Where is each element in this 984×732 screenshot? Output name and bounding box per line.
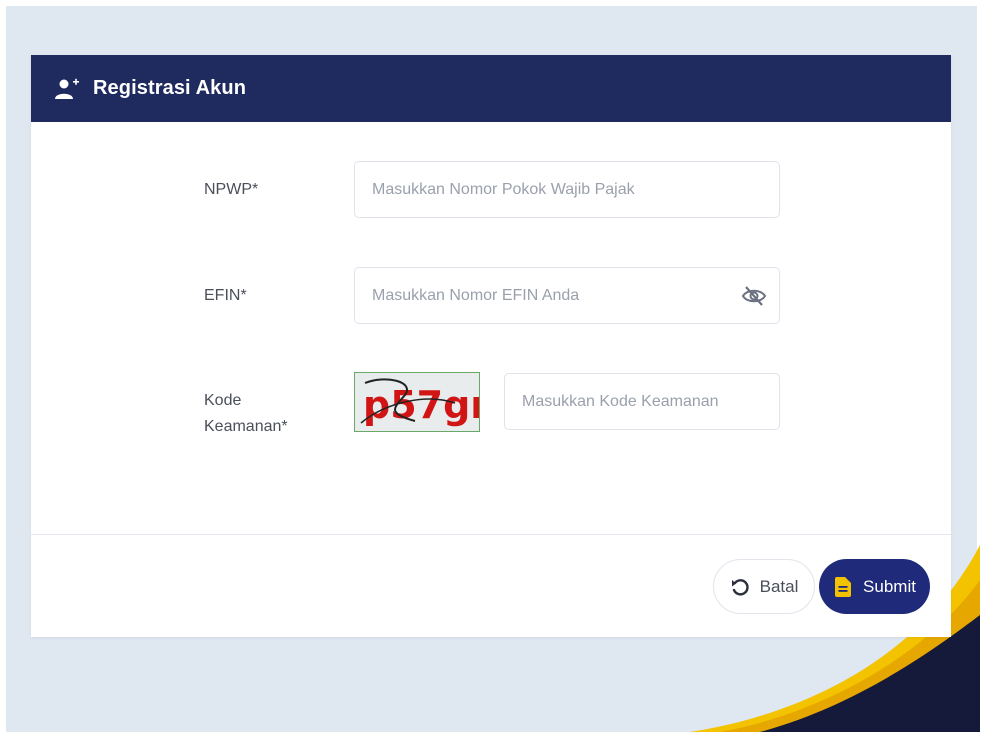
efin-label: EFIN*	[204, 287, 247, 304]
npwp-label: NPWP*	[204, 181, 259, 198]
efin-placeholder: Masukkan Nomor EFIN Anda	[372, 286, 580, 304]
npwp-placeholder: Masukkan Nomor Pokok Wajib Pajak	[372, 180, 635, 198]
user-add-icon	[55, 77, 79, 101]
card-header: Registrasi Akun	[31, 55, 951, 122]
submit-button[interactable]: Submit	[819, 559, 930, 614]
captcha-input[interactable]: Masukkan Kode Keamanan	[504, 373, 780, 430]
npwp-input[interactable]: Masukkan Nomor Pokok Wajib Pajak	[354, 161, 780, 218]
efin-input[interactable]: Masukkan Nomor EFIN Anda	[354, 267, 780, 324]
captcha-text: p57gn	[363, 383, 479, 427]
registration-card: Registrasi Akun NPWP* Masukkan Nomor Pok…	[31, 55, 951, 637]
captcha-placeholder: Masukkan Kode Keamanan	[522, 392, 719, 410]
submit-button-label: Submit	[863, 576, 916, 596]
captcha-image: p57gn	[354, 372, 480, 432]
captcha-label: Kode Keamanan*	[204, 388, 288, 440]
document-icon	[833, 576, 853, 597]
page-title: Registrasi Akun	[93, 77, 247, 99]
captcha-label-line1: Kode	[204, 392, 242, 409]
captcha-label-line2: Keamanan*	[204, 418, 288, 435]
eye-off-icon[interactable]	[741, 284, 767, 308]
cancel-button-label: Batal	[759, 576, 799, 596]
footer-divider	[31, 534, 951, 535]
undo-icon	[730, 577, 750, 597]
cancel-button[interactable]: Batal	[713, 559, 815, 614]
